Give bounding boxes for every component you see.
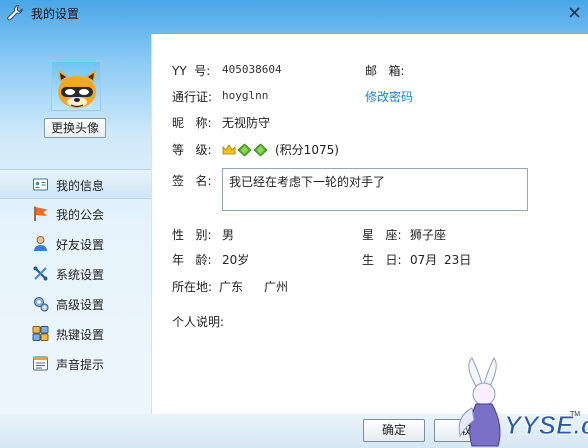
sidebar-item-system-settings[interactable]: 系统设置 [0,259,151,289]
sidebar-item-label: 高级设置 [56,298,105,312]
level-points: (积分1075) [275,143,339,157]
sound-icon [33,356,48,371]
sidebar-item-hotkey-settings[interactable]: 热键设置 [0,319,151,349]
title-bar[interactable]: 我的设置 [0,0,588,26]
close-button[interactable] [564,3,584,21]
sidebar-item-label: 热键设置 [56,328,105,342]
close-icon [568,6,580,18]
diamond-icon [237,142,252,157]
age-value: 20岁 [222,253,250,267]
sidebar-item-advanced-settings[interactable]: 高级设置 [0,289,151,319]
sidebar-item-label: 我的公会 [56,208,105,222]
sidebar-item-label: 系统设置 [56,268,105,282]
sidebar-item-sound-alerts[interactable]: 声音提示 [0,349,151,379]
yy-number-value: 405038604 [222,63,282,76]
watermark-logo: YYSE.cn TM [458,357,588,447]
avatar[interactable] [51,61,101,111]
constellation-value: 狮子座 [410,228,447,242]
passport-value: hoyglnn [222,89,269,102]
email-label: 邮 箱: [365,64,405,78]
location-city: 广州 [264,280,289,294]
birthday-month: 07月 [410,253,438,267]
ok-button[interactable]: 确定 [363,419,425,442]
sidebar-item-label: 声音提示 [56,358,105,372]
sidebar: 更换头像 我的信息 我的公会 好友设置 系统设置 高级设置 热键设置 声音提示 [0,26,151,448]
settings-window: 我的设置 更换头像 我的信息 我的公会 好友设置 系统设置 高级设置 热键设置 … [0,0,588,448]
change-avatar-button[interactable]: 更换头像 [44,118,106,138]
crown-icon [222,143,236,154]
sidebar-item-friend-settings[interactable]: 好友设置 [0,229,151,259]
advanced-gear-icon [34,297,49,312]
level-label: 等 级: [172,143,212,157]
change-password-link[interactable]: 修改密码 [365,88,413,105]
level-badges: (积分1075) [222,141,339,158]
flag-icon [34,206,47,221]
sidebar-item-label: 好友设置 [56,238,105,252]
bio-label: 个人说明: [172,315,225,329]
mascot-figure [458,357,501,447]
raccoon-avatar-icon [58,70,96,108]
hotkey-icon [32,326,49,341]
diamond-icon [253,142,268,157]
sidebar-item-my-info[interactable]: 我的信息 [0,169,151,199]
constellation-label: 星 座: [362,228,402,242]
birthday-day: 23日 [444,253,472,267]
person-icon [34,236,47,251]
passport-label: 通行证: [172,90,213,104]
age-label: 年 龄: [172,253,212,267]
birthday-label: 生 日: [362,253,402,267]
id-card-icon [33,178,48,191]
signature-field[interactable]: 我已经在考虑下一轮的对手了 [222,168,528,211]
trademark-mark: TM [570,411,580,418]
gender-label: 性 别: [172,228,212,242]
sidebar-item-my-guild[interactable]: 我的公会 [0,199,151,229]
nickname-value: 无视防守 [222,116,271,130]
window-title: 我的设置 [31,7,80,21]
location-province: 广东 [219,280,244,294]
gender-value: 男 [222,228,235,242]
sidebar-item-label: 我的信息 [56,179,105,193]
yy-number-label: YY 号: [172,64,211,78]
wrench-icon [7,4,23,21]
wrench-icon [33,266,48,281]
location-label: 所在地: [172,280,213,294]
signature-label: 签 名: [172,174,212,188]
sidebar-nav: 我的信息 我的公会 好友设置 系统设置 高级设置 热键设置 声音提示 [0,169,151,379]
nickname-label: 昵 称: [172,116,212,130]
